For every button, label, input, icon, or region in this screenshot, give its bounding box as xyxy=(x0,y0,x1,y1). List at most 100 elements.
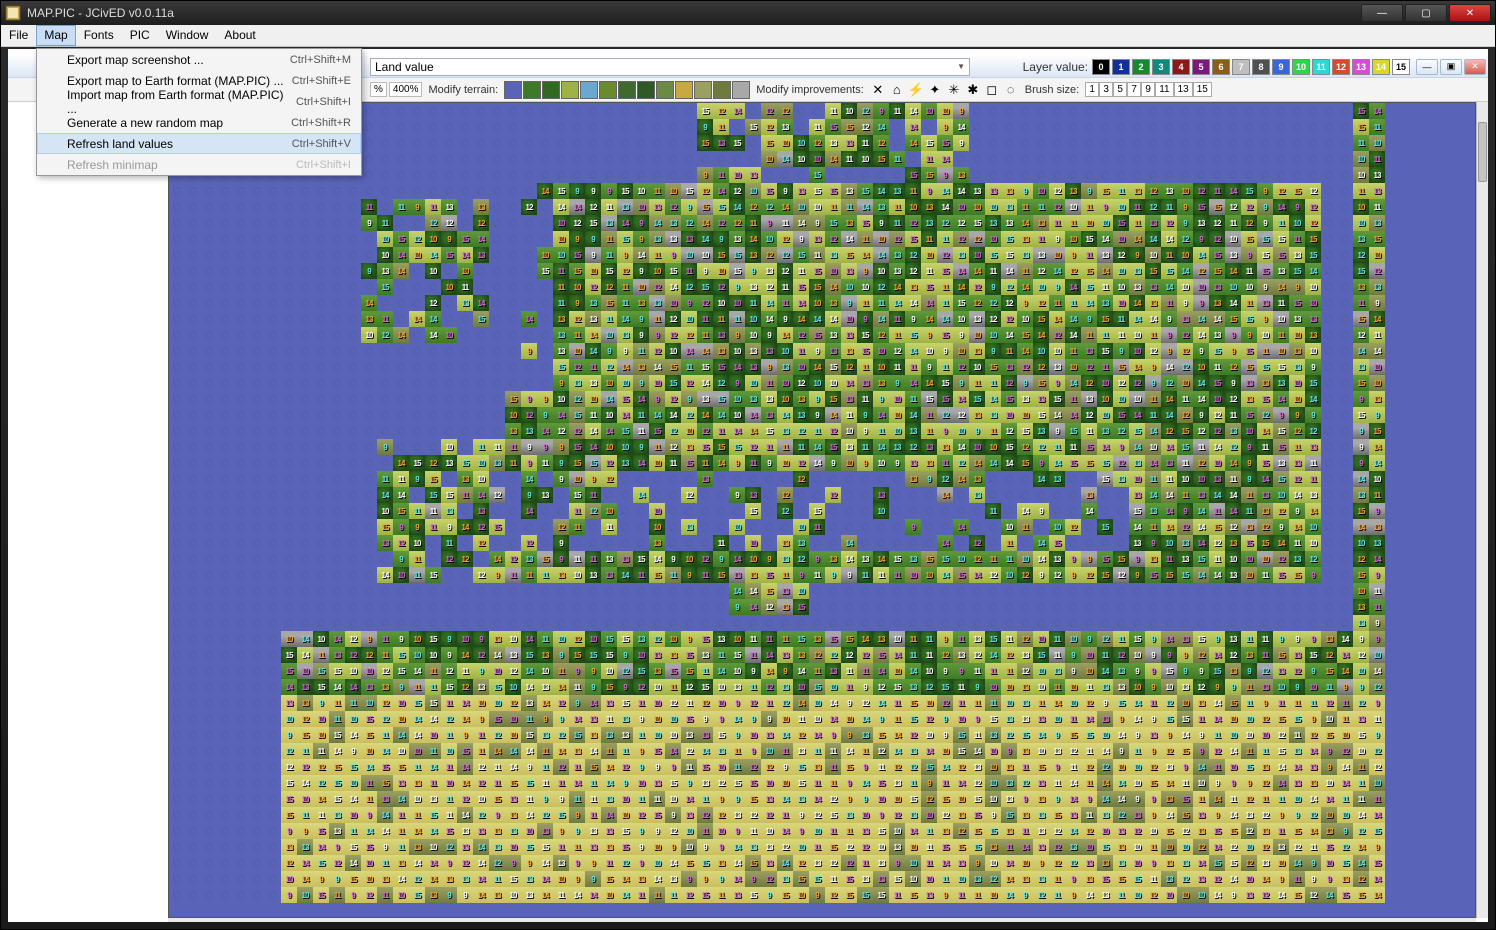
menu-item-shortcut: Ctrl+Shift+R xyxy=(291,117,351,129)
menu-item-label: Refresh land values xyxy=(67,137,292,151)
terrain-tile-6[interactable] xyxy=(618,81,636,99)
menubar[interactable]: FileMapFontsPICWindowAbout xyxy=(1,25,1495,47)
layer-swatch-5[interactable]: 5 xyxy=(1192,59,1210,75)
city-icon[interactable]: ⌂ xyxy=(889,82,905,98)
modify-terrain-label: Modify terrain: xyxy=(424,84,502,96)
menu-item-shortcut: Ctrl+Shift+V xyxy=(292,138,351,150)
menu-window[interactable]: Window xyxy=(158,25,217,46)
menu-item-3[interactable]: Generate a new random mapCtrl+Shift+R xyxy=(37,112,361,133)
layer-swatch-7[interactable]: 7 xyxy=(1232,59,1250,75)
scrollbar-vertical[interactable] xyxy=(1476,102,1488,918)
child-window-buttons: — ▣ ✕ xyxy=(1416,59,1486,75)
railroad-icon[interactable]: ✳ xyxy=(946,82,962,98)
menu-item-4[interactable]: Refresh land valuesCtrl+Shift+V xyxy=(37,133,361,154)
layer-swatch-6[interactable]: 6 xyxy=(1212,59,1230,75)
child-close-button[interactable]: ✕ xyxy=(1464,59,1486,75)
menu-item-shortcut: Ctrl+Shift+M xyxy=(290,54,351,66)
layer-value-label: Layer value: xyxy=(1023,60,1088,74)
menu-pic[interactable]: PIC xyxy=(122,25,158,46)
minimize-button[interactable]: — xyxy=(1361,4,1403,22)
terrain-tile-2[interactable] xyxy=(542,81,560,99)
brush-size-13[interactable]: 13 xyxy=(1174,82,1193,97)
brush-size-15[interactable]: 15 xyxy=(1193,82,1212,97)
scrollbar-horizontal[interactable] xyxy=(168,918,1476,922)
brush-size-11[interactable]: 11 xyxy=(1155,82,1173,97)
road-icon[interactable]: ✦ xyxy=(927,82,943,98)
menu-item-5: Refresh minimapCtrl+Shift+I xyxy=(37,154,361,175)
menu-item-shortcut: Ctrl+Shift+I xyxy=(296,96,351,108)
terrain-tile-3[interactable] xyxy=(561,81,579,99)
window-buttons: — ▢ ✕ xyxy=(1359,4,1491,22)
layer-swatch-9[interactable]: 9 xyxy=(1272,59,1290,75)
menu-fonts[interactable]: Fonts xyxy=(76,25,122,46)
close-button[interactable]: ✕ xyxy=(1449,4,1491,22)
mdi-area: Land value ▼ Layer value: 01234567891011… xyxy=(8,49,1488,922)
zoom-selected[interactable]: 400% xyxy=(389,82,423,97)
improvement-icons: ✕⌂⚡✦✳✱◻◌ xyxy=(870,82,1019,98)
terrain-tile-4[interactable] xyxy=(580,81,598,99)
app-window: MAP.PIC - JCivED v0.0.11a — ▢ ✕ FileMapF… xyxy=(0,0,1496,930)
zoom-remainder[interactable]: % xyxy=(370,82,387,97)
layer-swatch-14[interactable]: 14 xyxy=(1372,59,1390,75)
pollution-icon[interactable]: ◌ xyxy=(1003,82,1019,98)
layer-swatch-10[interactable]: 10 xyxy=(1292,59,1310,75)
menu-about[interactable]: About xyxy=(216,25,263,46)
menu-item-shortcut: Ctrl+Shift+I xyxy=(296,159,351,171)
menu-item-shortcut: Ctrl+Shift+E xyxy=(292,75,351,87)
child-minimize-button[interactable]: — xyxy=(1416,59,1438,75)
modify-improvements-label: Modify improvements: xyxy=(752,84,868,96)
terrain-tile-5[interactable] xyxy=(599,81,617,99)
menu-item-0[interactable]: Export map screenshot ...Ctrl+Shift+M xyxy=(37,49,361,70)
window-title: MAP.PIC - JCivED v0.0.11a xyxy=(27,6,1359,20)
brush-size-1[interactable]: 1 xyxy=(1085,82,1099,97)
layer-swatch-3[interactable]: 3 xyxy=(1152,59,1170,75)
mine-icon[interactable]: ◻ xyxy=(984,82,1000,98)
brush-size-3[interactable]: 3 xyxy=(1099,82,1113,97)
child-restore-button[interactable]: ▣ xyxy=(1440,59,1462,75)
map-menu-dropdown[interactable]: Export map screenshot ...Ctrl+Shift+MExp… xyxy=(36,48,362,176)
brush-size-7[interactable]: 7 xyxy=(1127,82,1141,97)
fortress-icon[interactable]: ⚡ xyxy=(908,82,924,98)
terrain-tile-9[interactable] xyxy=(675,81,693,99)
menu-item-label: Generate a new random map xyxy=(67,116,291,130)
layer-swatch-0[interactable]: 0 xyxy=(1092,59,1110,75)
map-canvas[interactable]: 1512141212111012911141010915149111512131… xyxy=(168,102,1476,918)
clear-icon[interactable]: ✕ xyxy=(870,82,886,98)
map-editor-window: Land value ▼ Layer value: 01234567891011… xyxy=(8,49,1488,922)
terrain-tile-0[interactable] xyxy=(504,81,522,99)
brush-size-label: Brush size: xyxy=(1021,84,1083,96)
layer-combo[interactable]: Land value ▼ xyxy=(370,58,970,76)
terrain-tiles xyxy=(504,81,750,99)
irrigation-icon[interactable]: ✱ xyxy=(965,82,981,98)
brush-sizes: 13579111315 xyxy=(1085,82,1212,97)
brush-size-9[interactable]: 9 xyxy=(1141,82,1155,97)
menu-item-2[interactable]: Import map from Earth format (MAP.PIC) .… xyxy=(37,91,361,112)
terrain-tile-7[interactable] xyxy=(637,81,655,99)
layer-swatch-2[interactable]: 2 xyxy=(1132,59,1150,75)
layer-swatch-12[interactable]: 12 xyxy=(1332,59,1350,75)
app-icon xyxy=(5,5,21,21)
menu-file[interactable]: File xyxy=(1,25,36,46)
menu-item-label: Export map to Earth format (MAP.PIC) ... xyxy=(67,74,292,88)
menu-item-label: Refresh minimap xyxy=(67,158,296,172)
terrain-tile-11[interactable] xyxy=(713,81,731,99)
chevron-down-icon: ▼ xyxy=(957,62,965,71)
terrain-tile-1[interactable] xyxy=(523,81,541,99)
layer-combo-value: Land value xyxy=(375,60,957,74)
layer-swatch-8[interactable]: 8 xyxy=(1252,59,1270,75)
titlebar[interactable]: MAP.PIC - JCivED v0.0.11a — ▢ ✕ xyxy=(1,1,1495,25)
layer-swatch-15[interactable]: 15 xyxy=(1392,59,1410,75)
layer-swatch-13[interactable]: 13 xyxy=(1352,59,1370,75)
scrollbar-thumb[interactable] xyxy=(1478,122,1487,182)
layer-swatch-11[interactable]: 11 xyxy=(1312,59,1330,75)
menu-map[interactable]: Map xyxy=(36,25,75,46)
layer-swatch-4[interactable]: 4 xyxy=(1172,59,1190,75)
terrain-tile-10[interactable] xyxy=(694,81,712,99)
menu-item-label: Export map screenshot ... xyxy=(67,53,290,67)
layer-swatch-1[interactable]: 1 xyxy=(1112,59,1130,75)
maximize-button[interactable]: ▢ xyxy=(1405,4,1447,22)
brush-size-5[interactable]: 5 xyxy=(1113,82,1127,97)
layer-value-swatches: 0123456789101112131415 xyxy=(1092,59,1410,75)
terrain-tile-8[interactable] xyxy=(656,81,674,99)
terrain-tile-12[interactable] xyxy=(732,81,750,99)
